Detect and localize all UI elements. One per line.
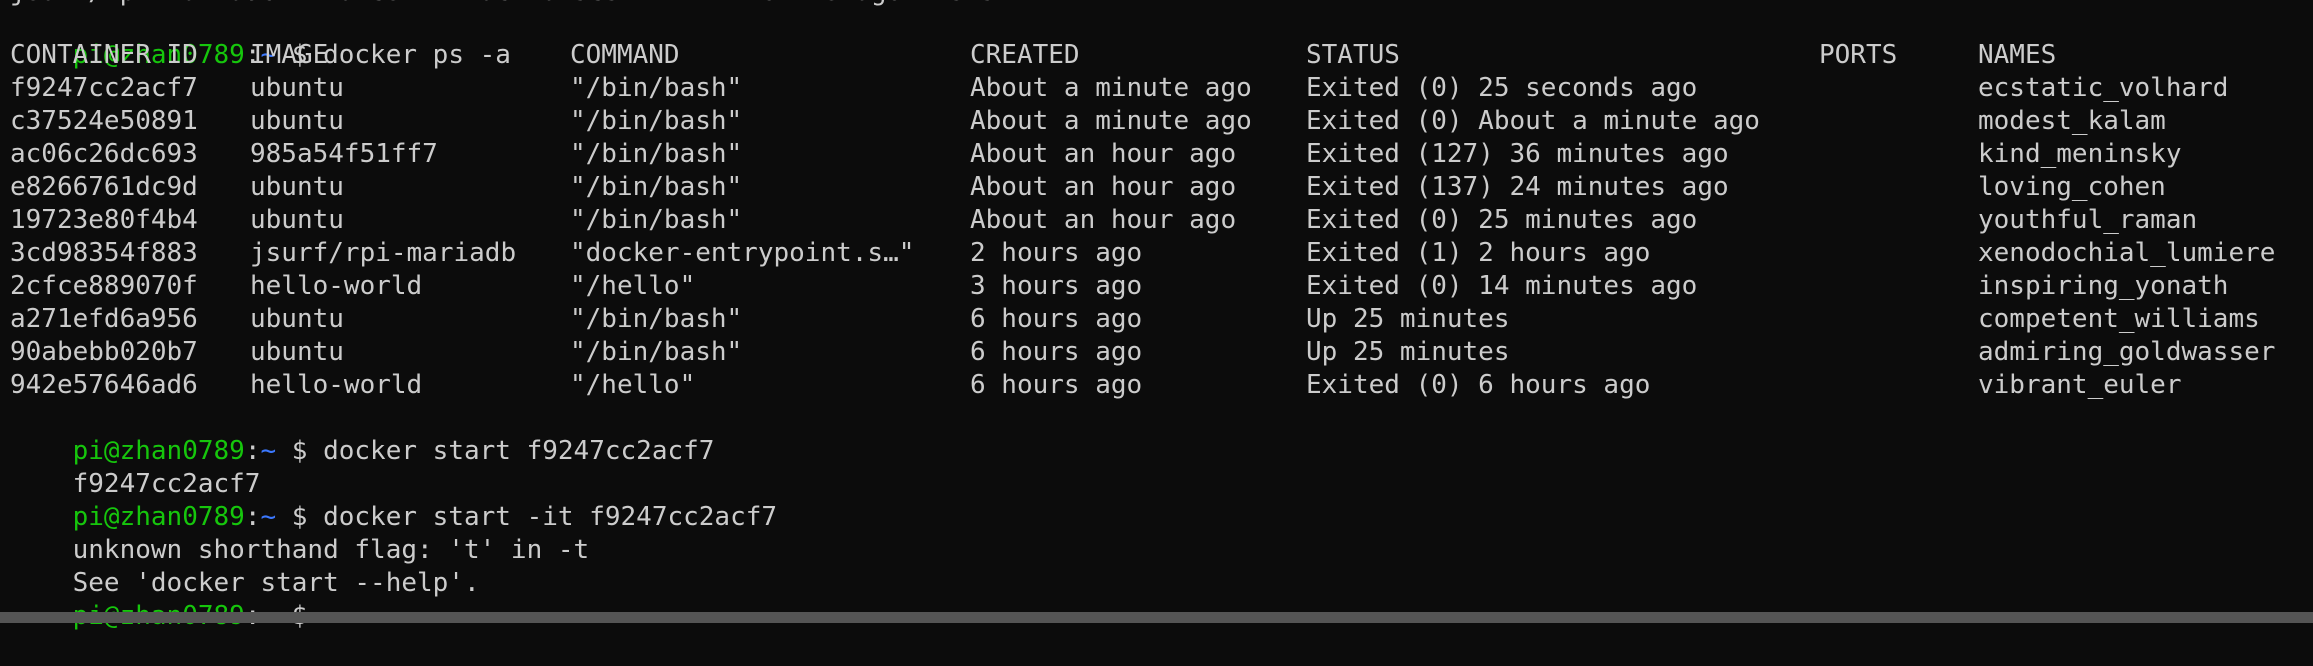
cell-names: inspiring_yonath: [1978, 271, 2229, 301]
cell-names: kind_meninsky: [1978, 139, 2182, 169]
cell-created: About an hour ago: [970, 205, 1237, 235]
table-row: a271efd6a956 ubuntu "/bin/bash" 6 hours …: [10, 303, 2260, 336]
cell-image: ubuntu: [250, 106, 344, 136]
cell-names: loving_cohen: [1978, 172, 2166, 202]
table-row: 2cfce889070f hello-world "/hello" 3 hour…: [10, 270, 2228, 303]
cell-created: 3 hours ago: [970, 271, 1143, 301]
table-row: 942e57646ad6 hello-world "/hello" 6 hour…: [10, 369, 2182, 402]
cell-names: xenodochial_lumiere: [1978, 238, 2276, 268]
header-image: IMAGE: [250, 40, 329, 70]
cell-container-id: f9247cc2acf7: [10, 73, 198, 103]
prompt-line-current[interactable]: pi@zhan0789:~ $: [10, 567, 308, 631]
cell-status: Up 25 minutes: [1306, 304, 1510, 334]
table-row: 19723e80f4b4 ubuntu "/bin/bash" About an…: [10, 204, 2197, 237]
table-row: 3cd98354f883 jsurf/rpi-mariadb "docker-e…: [10, 237, 2275, 270]
cell-created: About a minute ago: [970, 106, 1252, 136]
cell-created: 6 hours ago: [970, 370, 1143, 400]
cell-image: jsurf/rpi-mariadb: [250, 238, 517, 268]
cell-status: Exited (0) 14 minutes ago: [1306, 271, 1698, 301]
cell-container-id: 19723e80f4b4: [10, 205, 198, 235]
output-line: unknown shorthand flag: 't' in -t: [10, 501, 590, 565]
cell-image: ubuntu: [250, 337, 344, 367]
cell-image: ubuntu: [250, 172, 344, 202]
cell-status: Exited (1) 2 hours ago: [1306, 238, 1651, 268]
table-row: f9247cc2acf7 ubuntu "/bin/bash" About a …: [10, 72, 2228, 105]
table-row: 90abebb020b7 ubuntu "/bin/bash" 6 hours …: [10, 336, 2275, 369]
cell-command: "/hello": [570, 370, 696, 400]
cell-container-id: 942e57646ad6: [10, 370, 198, 400]
cell-names: competent_williams: [1978, 304, 2260, 334]
header-names: NAMES: [1978, 40, 2057, 70]
cell-container-id: 2cfce889070f: [10, 271, 198, 301]
prompt-line-start-it: pi@zhan0789:~ $ docker start -it f9247cc…: [10, 468, 777, 532]
terminal-window[interactable]: jsurf/rpi-mariadb latest 4ac11a15e544 11…: [0, 0, 2313, 631]
header-container-id: CONTAINER ID: [10, 40, 198, 70]
cell-image: 985a54f51ff7: [250, 139, 438, 169]
prompt-line-ps: pi@zhan0789:~ $ docker ps -a: [10, 6, 511, 70]
cell-names: ecstatic_volhard: [1978, 73, 2229, 103]
cell-image: ubuntu: [250, 205, 344, 235]
cell-command: "/bin/bash": [570, 337, 743, 367]
header-command: COMMAND: [570, 40, 680, 70]
cell-container-id: a271efd6a956: [10, 304, 198, 334]
cell-container-id: c37524e50891: [10, 106, 198, 136]
cell-command: "/bin/bash": [570, 73, 743, 103]
cell-status: Exited (0) 25 minutes ago: [1306, 205, 1698, 235]
cell-image: hello-world: [250, 271, 423, 301]
cell-command: "/bin/bash": [570, 172, 743, 202]
cell-created: 6 hours ago: [970, 304, 1143, 334]
cell-container-id: ac06c26dc693: [10, 139, 198, 169]
cell-names: modest_kalam: [1978, 106, 2166, 136]
cell-container-id: 3cd98354f883: [10, 238, 198, 268]
cell-image: ubuntu: [250, 73, 344, 103]
cell-command: "/bin/bash": [570, 205, 743, 235]
cell-command: "/bin/bash": [570, 139, 743, 169]
cell-names: vibrant_euler: [1978, 370, 2182, 400]
prompt-path: ~: [260, 436, 277, 466]
header-status: STATUS: [1306, 40, 1400, 70]
cell-command: "/bin/bash": [570, 106, 743, 136]
output-line: See 'docker start --help'.: [10, 534, 480, 598]
cell-status: Exited (0) 25 seconds ago: [1306, 73, 1698, 103]
cell-command: "docker-entrypoint.s…": [570, 238, 915, 268]
cell-created: 6 hours ago: [970, 337, 1143, 367]
command-text: docker ps -a: [323, 40, 511, 70]
cell-image: ubuntu: [250, 304, 344, 334]
cell-status: Exited (127) 36 minutes ago: [1306, 139, 1729, 169]
cell-status: Exited (0) 6 hours ago: [1306, 370, 1651, 400]
cell-container-id: 90abebb020b7: [10, 337, 198, 367]
cell-command: "/hello": [570, 271, 696, 301]
cell-names: youthful_raman: [1978, 205, 2198, 235]
table-row: e8266761dc9d ubuntu "/bin/bash" About an…: [10, 171, 2166, 204]
command-text: docker start f9247cc2acf7: [323, 436, 715, 466]
cell-container-id: e8266761dc9d: [10, 172, 198, 202]
table-row: ac06c26dc693 985a54f51ff7 "/bin/bash" Ab…: [10, 138, 2182, 171]
prompt-line-start: pi@zhan0789:~ $ docker start f9247cc2acf…: [10, 402, 715, 466]
cell-status: Up 25 minutes: [1306, 337, 1510, 367]
cell-command: "/bin/bash": [570, 304, 743, 334]
header-ports: PORTS: [1819, 40, 1898, 70]
cell-created: 2 hours ago: [970, 238, 1143, 268]
header-created: CREATED: [970, 40, 1080, 70]
cell-created: About an hour ago: [970, 172, 1237, 202]
ps-table-header: CONTAINER ID IMAGE COMMAND CREATED STATU…: [10, 39, 2056, 72]
cell-created: About a minute ago: [970, 73, 1252, 103]
cell-status: Exited (137) 24 minutes ago: [1306, 172, 1729, 202]
cell-created: About an hour ago: [970, 139, 1237, 169]
table-row: c37524e50891 ubuntu "/bin/bash" About a …: [10, 105, 2166, 138]
cell-names: admiring_goldwasser: [1978, 337, 2276, 367]
cell-image: hello-world: [250, 370, 423, 400]
prompt-symbol: $: [291, 436, 308, 466]
horizontal-scrollbar[interactable]: [0, 612, 2313, 623]
cell-status: Exited (0) About a minute ago: [1306, 106, 1760, 136]
output-line: f9247cc2acf7: [10, 435, 261, 499]
